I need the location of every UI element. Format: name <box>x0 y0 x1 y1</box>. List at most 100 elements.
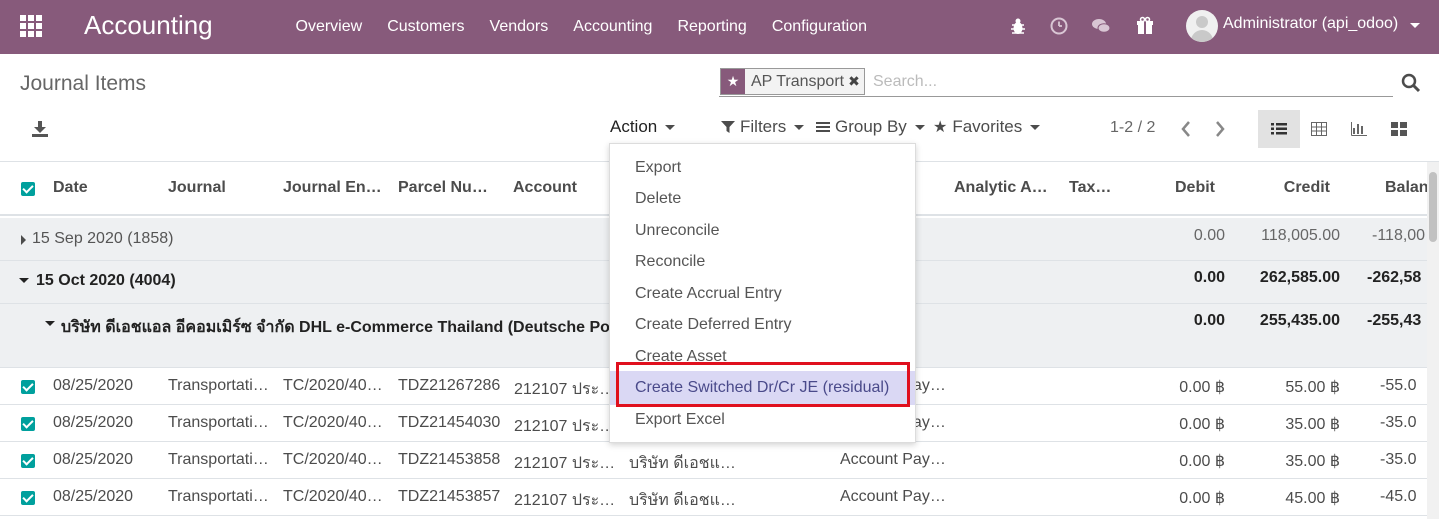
row-checkbox[interactable] <box>21 417 35 431</box>
cell-date: 08/25/2020 <box>53 414 134 431</box>
column-credit[interactable]: Credit <box>1245 179 1330 197</box>
column-date[interactable]: Date <box>53 179 88 197</box>
menu-item-create-accrual-entry[interactable]: Create Accrual Entry <box>610 279 915 309</box>
menu-overview[interactable]: Overview <box>283 18 375 36</box>
search-bar: ★ AP Transport ✖ <box>719 67 1393 97</box>
cell-debit: 0.00 ฿ <box>1179 490 1225 507</box>
column-balance[interactable]: Balan <box>1385 179 1427 197</box>
close-icon[interactable]: ✖ <box>848 73 864 90</box>
cell-partner: บริษัท ดีเอชแ… <box>629 492 736 509</box>
row-checkbox[interactable] <box>21 491 35 505</box>
pivot-view-button[interactable] <box>1298 110 1340 148</box>
action-label: Action <box>610 117 658 136</box>
pager-value[interactable]: 1-2 / 2 <box>1110 119 1155 137</box>
cell-journal: Transportati… <box>168 377 269 394</box>
column-journal-entry[interactable]: Journal En… <box>283 179 382 197</box>
favorites-button[interactable]: ★ Favorites <box>933 117 1041 137</box>
user-avatar[interactable] <box>1186 10 1218 42</box>
table-row[interactable]: 08/25/2020 Transportati… TC/2020/40… TDZ… <box>0 479 1427 516</box>
cell-balance: -55.0 <box>1380 377 1417 394</box>
menu-item-export-excel[interactable]: Export Excel <box>610 405 915 435</box>
cell-journal-entry: TC/2020/40… <box>283 414 383 431</box>
cell-account: 212107 ประ… <box>514 418 616 435</box>
search-input[interactable] <box>873 69 1393 95</box>
bars-icon <box>816 122 830 132</box>
menu-configuration[interactable]: Configuration <box>759 18 879 36</box>
cell-credit: 55.00 ฿ <box>1285 379 1340 396</box>
search-icon[interactable] <box>1401 73 1421 93</box>
cell-journal-entry: TC/2020/40… <box>283 488 383 505</box>
column-debit[interactable]: Debit <box>1130 179 1215 197</box>
menu-item-unreconcile[interactable]: Unreconcile <box>610 216 915 246</box>
group-credit: 118,005.00 <box>1261 227 1340 244</box>
vertical-scrollbar[interactable] <box>1427 162 1439 519</box>
groupby-label: Group By <box>835 117 907 136</box>
clock-icon[interactable] <box>1048 15 1070 37</box>
cell-journal: Transportati… <box>168 414 269 431</box>
chevron-left-icon[interactable] <box>1180 119 1192 139</box>
cell-date: 08/25/2020 <box>53 451 134 468</box>
cell-balance: -35.0 <box>1380 414 1417 431</box>
column-tax[interactable]: Tax… <box>1069 179 1111 197</box>
scrollbar-thumb[interactable] <box>1429 172 1437 242</box>
annotation-highlight-box <box>616 362 910 407</box>
column-account[interactable]: Account <box>513 179 577 197</box>
favorites-label: Favorites <box>952 117 1023 136</box>
apps-menu-icon[interactable] <box>20 15 42 37</box>
cell-parcel: TDZ21453857 <box>398 488 501 505</box>
kanban-view-button[interactable] <box>1378 110 1420 148</box>
chevron-right-icon[interactable] <box>1214 119 1226 139</box>
caret-down-icon <box>794 124 805 130</box>
list-icon <box>1271 123 1287 135</box>
gift-icon[interactable] <box>1134 15 1156 37</box>
chat-icon[interactable] <box>1090 15 1112 37</box>
row-checkbox[interactable] <box>21 454 35 468</box>
facet-label: AP Transport <box>751 72 845 90</box>
page-title: Journal Items <box>20 72 147 95</box>
bug-icon[interactable] <box>1007 15 1029 37</box>
table-row[interactable]: 08/25/2020 Transportati… TC/2020/40… TDZ… <box>0 442 1427 479</box>
menu-item-export[interactable]: Export <box>610 153 915 183</box>
caret-down-icon <box>45 321 55 326</box>
chevron-down-icon[interactable] <box>1410 23 1420 28</box>
filter-icon <box>721 121 735 133</box>
group-balance: -118,00 <box>1372 227 1426 244</box>
menu-vendors[interactable]: Vendors <box>477 18 561 36</box>
cell-label: Account Pay… <box>840 488 946 505</box>
cell-date: 08/25/2020 <box>53 377 134 394</box>
column-journal[interactable]: Journal <box>168 179 226 197</box>
menu-customers[interactable]: Customers <box>375 18 477 36</box>
cell-journal: Transportati… <box>168 488 269 505</box>
select-all-checkbox[interactable] <box>21 182 35 196</box>
top-navbar: Accounting Overview Customers Vendors Ac… <box>0 0 1439 54</box>
groupby-button[interactable]: Group By <box>816 117 925 137</box>
star-icon: ★ <box>933 119 948 136</box>
download-icon[interactable] <box>31 120 49 138</box>
star-icon: ★ <box>721 69 745 94</box>
cell-debit: 0.00 ฿ <box>1179 379 1225 396</box>
cell-journal-entry: TC/2020/40… <box>283 451 383 468</box>
group-balance: -262,58 <box>1367 269 1422 286</box>
list-view-button[interactable] <box>1258 110 1300 148</box>
user-menu-label[interactable]: Administrator (api_odoo) <box>1223 15 1398 33</box>
group-balance: -255,43 <box>1367 312 1422 329</box>
row-checkbox[interactable] <box>21 380 35 394</box>
cell-parcel: TDZ21267286 <box>398 377 501 394</box>
action-button[interactable]: Action <box>610 117 676 137</box>
cell-account: 212107 ประ… <box>514 492 616 509</box>
filters-button[interactable]: Filters <box>721 117 805 137</box>
menu-reporting[interactable]: Reporting <box>665 18 759 36</box>
app-brand[interactable]: Accounting <box>84 10 213 41</box>
menu-accounting[interactable]: Accounting <box>561 18 665 36</box>
column-analytic-account[interactable]: Analytic A… <box>954 179 1048 197</box>
search-facet[interactable]: ★ AP Transport ✖ <box>720 68 865 95</box>
cell-parcel: TDZ21454030 <box>398 414 501 431</box>
column-parcel-number[interactable]: Parcel Nu… <box>398 179 488 197</box>
menu-item-create-deferred-entry[interactable]: Create Deferred Entry <box>610 310 915 340</box>
menu-item-reconcile[interactable]: Reconcile <box>610 247 915 277</box>
cell-parcel: TDZ21453858 <box>398 451 501 468</box>
menu-item-delete[interactable]: Delete <box>610 184 915 214</box>
group-label: 15 Sep 2020 (1858) <box>32 230 174 247</box>
graph-view-button[interactable] <box>1338 110 1380 148</box>
caret-right-icon <box>21 235 26 245</box>
